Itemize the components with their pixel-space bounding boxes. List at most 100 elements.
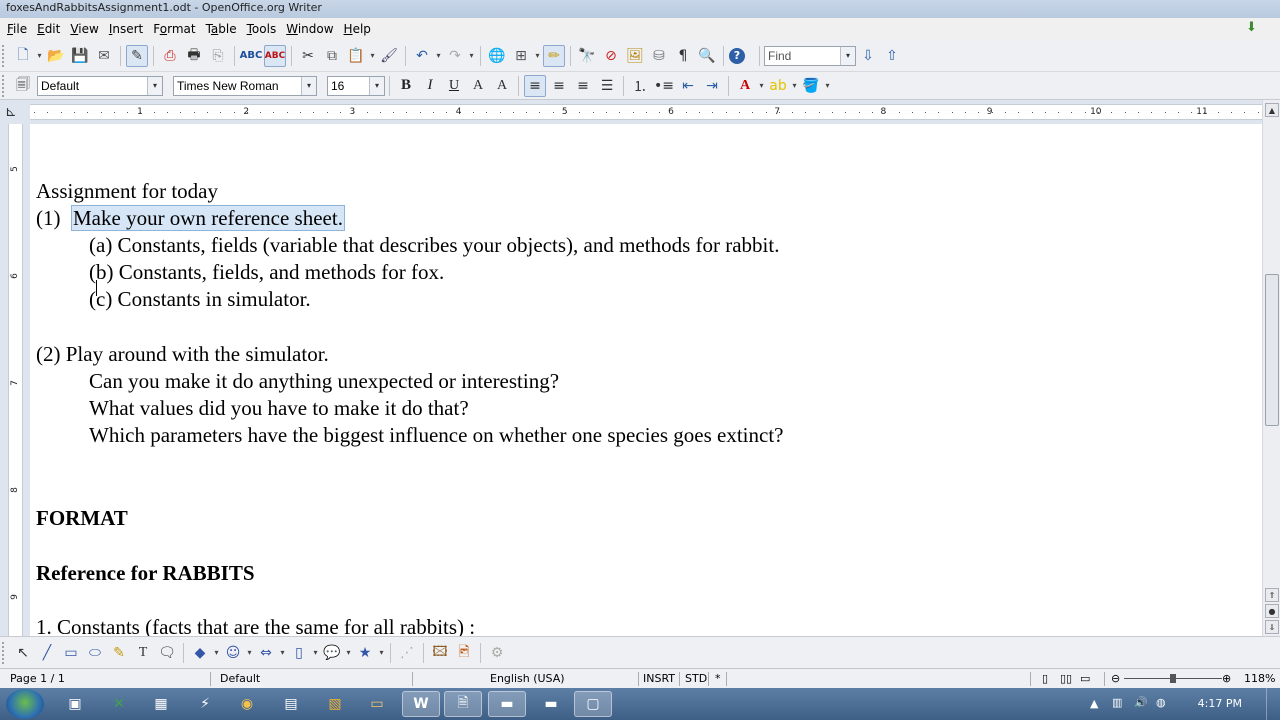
page-indicator[interactable]: Page 1 / 1 xyxy=(10,669,65,688)
navigation-icon[interactable]: ● xyxy=(1265,604,1279,618)
menu-window[interactable]: Window xyxy=(281,18,338,40)
page-style[interactable]: Default xyxy=(220,669,260,688)
previous-page-icon[interactable]: ⇑ xyxy=(1265,588,1279,602)
item-1a[interactable]: (a) Constants, fields (variable that des… xyxy=(89,232,779,259)
email-icon[interactable]: ✉ xyxy=(93,45,115,67)
justify-icon[interactable]: ☰ xyxy=(596,75,618,97)
item-1b[interactable]: (b) Constants, fields, and methods for f… xyxy=(89,259,444,286)
zoom-slider-knob[interactable] xyxy=(1170,674,1176,683)
terminal-icon[interactable]: ▬ xyxy=(488,691,526,717)
menu-format[interactable]: Format xyxy=(148,18,200,40)
flowcharts-icon[interactable]: ▯ xyxy=(288,642,310,664)
page-preview-icon[interactable]: ⎘ xyxy=(207,45,229,67)
toolbar-grip[interactable] xyxy=(2,641,8,664)
paint-icon[interactable]: ▧ xyxy=(316,691,354,717)
zoom-percent[interactable]: 118% xyxy=(1244,669,1275,688)
print-icon[interactable]: 🖶 xyxy=(183,45,205,67)
folder-icon[interactable]: ▭ xyxy=(358,691,396,717)
styles-formatting-icon[interactable]: 🗐 xyxy=(12,75,34,97)
paste-icon[interactable]: 📋 xyxy=(345,45,367,67)
background-color-icon[interactable]: 🪣 xyxy=(800,75,822,97)
table-dropdown-icon[interactable]: ▾ xyxy=(533,51,542,60)
autospellcheck-icon[interactable]: ABC xyxy=(264,44,286,67)
calculator-icon[interactable]: ▦ xyxy=(142,691,180,717)
menu-file[interactable]: File xyxy=(2,18,32,40)
item-2-question-2[interactable]: What values did you have to make it do t… xyxy=(89,395,469,422)
navigator-icon[interactable]: ⊘ xyxy=(600,45,622,67)
scroll-thumb[interactable] xyxy=(1265,274,1279,426)
from-file-icon[interactable]: 🖻 xyxy=(453,642,475,664)
show-draw-functions-icon[interactable]: ✏ xyxy=(543,44,565,67)
new-dropdown-icon[interactable]: ▾ xyxy=(35,51,44,60)
callout-shapes-icon[interactable]: 💬 xyxy=(321,642,343,664)
tab-type-icon[interactable]: ⊾ xyxy=(5,104,23,120)
paragraph-style-select[interactable]: Default ▾ xyxy=(37,75,163,96)
writer-icon[interactable]: 🗎 xyxy=(444,691,482,717)
shadow-icon[interactable]: A xyxy=(467,75,489,97)
callouts-icon[interactable]: 🗨 xyxy=(156,642,178,664)
select-pointer-icon[interactable]: ↖ xyxy=(12,642,34,664)
block-arrows-icon[interactable]: ⇔ xyxy=(255,642,277,664)
format-heading[interactable]: FORMAT xyxy=(36,505,128,532)
next-page-icon[interactable]: ⇓ xyxy=(1265,620,1279,634)
open-icon[interactable]: 📂 xyxy=(45,45,67,67)
menu-help[interactable]: Help xyxy=(339,18,376,40)
fontwork-gallery-icon[interactable]: 🖾 xyxy=(429,642,451,664)
export-pdf-icon[interactable]: ⎙ xyxy=(159,45,181,67)
update-icon[interactable]: ⬇ xyxy=(1246,20,1262,36)
font-color-icon[interactable]: A xyxy=(734,75,756,97)
gallery-icon[interactable]: 🖼 xyxy=(624,45,646,67)
font-name-select[interactable]: Times New Roman ▾ xyxy=(173,75,317,96)
network-icon[interactable]: ▥ xyxy=(1112,696,1122,709)
show-desktop-button[interactable] xyxy=(1266,688,1280,720)
zoom-in-icon[interactable]: ⊕ xyxy=(1222,669,1231,688)
taskbar-app-icon[interactable]: ▣ xyxy=(56,691,94,717)
start-button[interactable] xyxy=(6,689,44,719)
scroll-up-icon[interactable]: ▲ xyxy=(1265,103,1279,117)
rectangle-icon[interactable]: ▭ xyxy=(60,642,82,664)
edit-file-icon[interactable]: ✎ xyxy=(126,44,148,67)
bullets-icon[interactable]: •≡ xyxy=(653,75,675,97)
hyperlink-icon[interactable]: 🌐 xyxy=(486,45,508,67)
basic-shapes-icon[interactable]: ◆ xyxy=(189,642,211,664)
menu-table[interactable]: Table xyxy=(201,18,242,40)
paste-dropdown-icon[interactable]: ▾ xyxy=(368,51,377,60)
stars-icon[interactable]: ★ xyxy=(354,642,376,664)
taskbar-app-icon[interactable]: ⚡ xyxy=(186,691,224,717)
align-right-icon[interactable]: ≡ xyxy=(572,75,594,97)
find-dropdown-icon[interactable]: ▾ xyxy=(840,46,855,65)
background-color-dropdown-icon[interactable]: ▾ xyxy=(823,81,832,90)
toolbar-grip[interactable] xyxy=(2,44,8,67)
table-icon[interactable]: ⊞ xyxy=(510,45,532,67)
item-2-question-1[interactable]: Can you make it do anything unexpected o… xyxy=(89,368,559,395)
freeform-line-icon[interactable]: ✎ xyxy=(108,642,130,664)
zoom-icon[interactable]: 🔍 xyxy=(696,45,718,67)
tray-expand-icon[interactable]: ▲ xyxy=(1090,697,1098,710)
undo-dropdown-icon[interactable]: ▾ xyxy=(434,51,443,60)
symbol-shapes-icon[interactable]: ☺ xyxy=(222,642,244,664)
font-color-dropdown-icon[interactable]: ▾ xyxy=(757,81,766,90)
redo-icon[interactable]: ↷ xyxy=(444,45,466,67)
help-icon[interactable]: ? xyxy=(729,47,745,64)
cut-icon[interactable]: ✂ xyxy=(297,45,319,67)
selection-mode[interactable]: STD xyxy=(685,669,707,688)
save-icon[interactable]: 💾 xyxy=(69,45,91,67)
clone-formatting-icon[interactable]: 🖌 xyxy=(378,45,400,67)
constants-line[interactable]: 1. Constants (facts that are the same fo… xyxy=(36,614,475,636)
data-sources-icon[interactable]: ⛁ xyxy=(648,45,670,67)
item-2[interactable]: (2) Play around with the simulator. xyxy=(36,341,329,368)
text-icon[interactable]: T xyxy=(132,642,154,664)
formatting-marks-icon[interactable]: ¶ xyxy=(672,45,694,67)
item-1c[interactable]: (c) Constants in simulator. xyxy=(89,286,311,313)
copy-icon[interactable]: ⧉ xyxy=(321,45,343,67)
item-1[interactable]: (1) Make your own reference sheet. xyxy=(36,205,345,232)
redo-dropdown-icon[interactable]: ▾ xyxy=(467,51,476,60)
line-icon[interactable]: ╱ xyxy=(36,642,58,664)
spellcheck-icon[interactable]: ABC xyxy=(240,45,263,67)
decrease-indent-icon[interactable]: ⇤ xyxy=(677,75,699,97)
bold-icon[interactable]: B xyxy=(395,75,417,97)
find-next-icon[interactable]: ⇩ xyxy=(857,45,879,67)
language[interactable]: English (USA) xyxy=(490,669,565,688)
align-center-icon[interactable]: ≡ xyxy=(548,75,570,97)
new-document-icon[interactable]: 🗋 xyxy=(12,45,34,67)
